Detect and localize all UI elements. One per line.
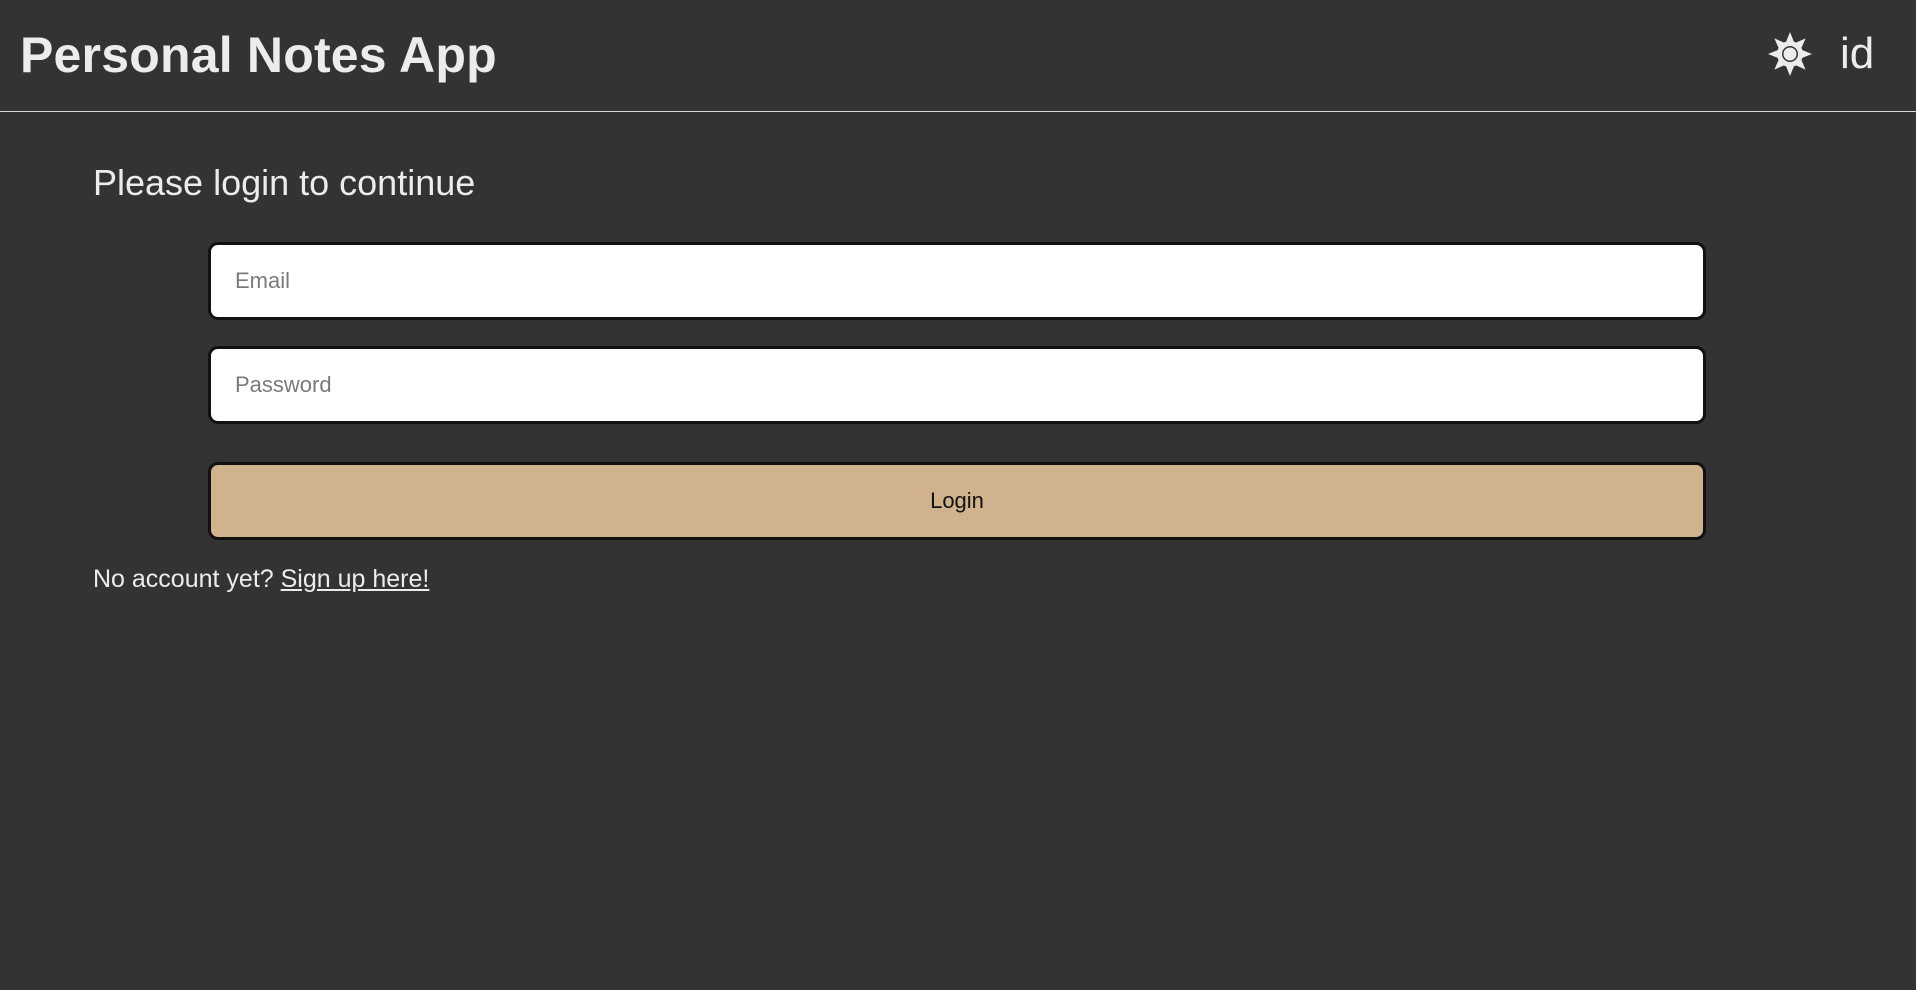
login-button[interactable]: Login <box>208 462 1706 540</box>
signup-prompt: No account yet? Sign up here! <box>93 562 429 596</box>
language-toggle-button[interactable]: id <box>1840 26 1874 82</box>
sun-icon <box>1766 30 1814 78</box>
signup-prompt-text: No account yet? <box>93 565 274 593</box>
signup-link[interactable]: Sign up here! <box>281 565 430 593</box>
theme-toggle-button[interactable] <box>1766 30 1814 78</box>
app-header: Personal Notes App id <box>0 0 1916 112</box>
email-field[interactable] <box>208 242 1706 320</box>
app-title: Personal Notes App <box>20 27 497 83</box>
login-heading: Please login to continue <box>93 162 476 203</box>
password-field[interactable] <box>208 346 1706 424</box>
